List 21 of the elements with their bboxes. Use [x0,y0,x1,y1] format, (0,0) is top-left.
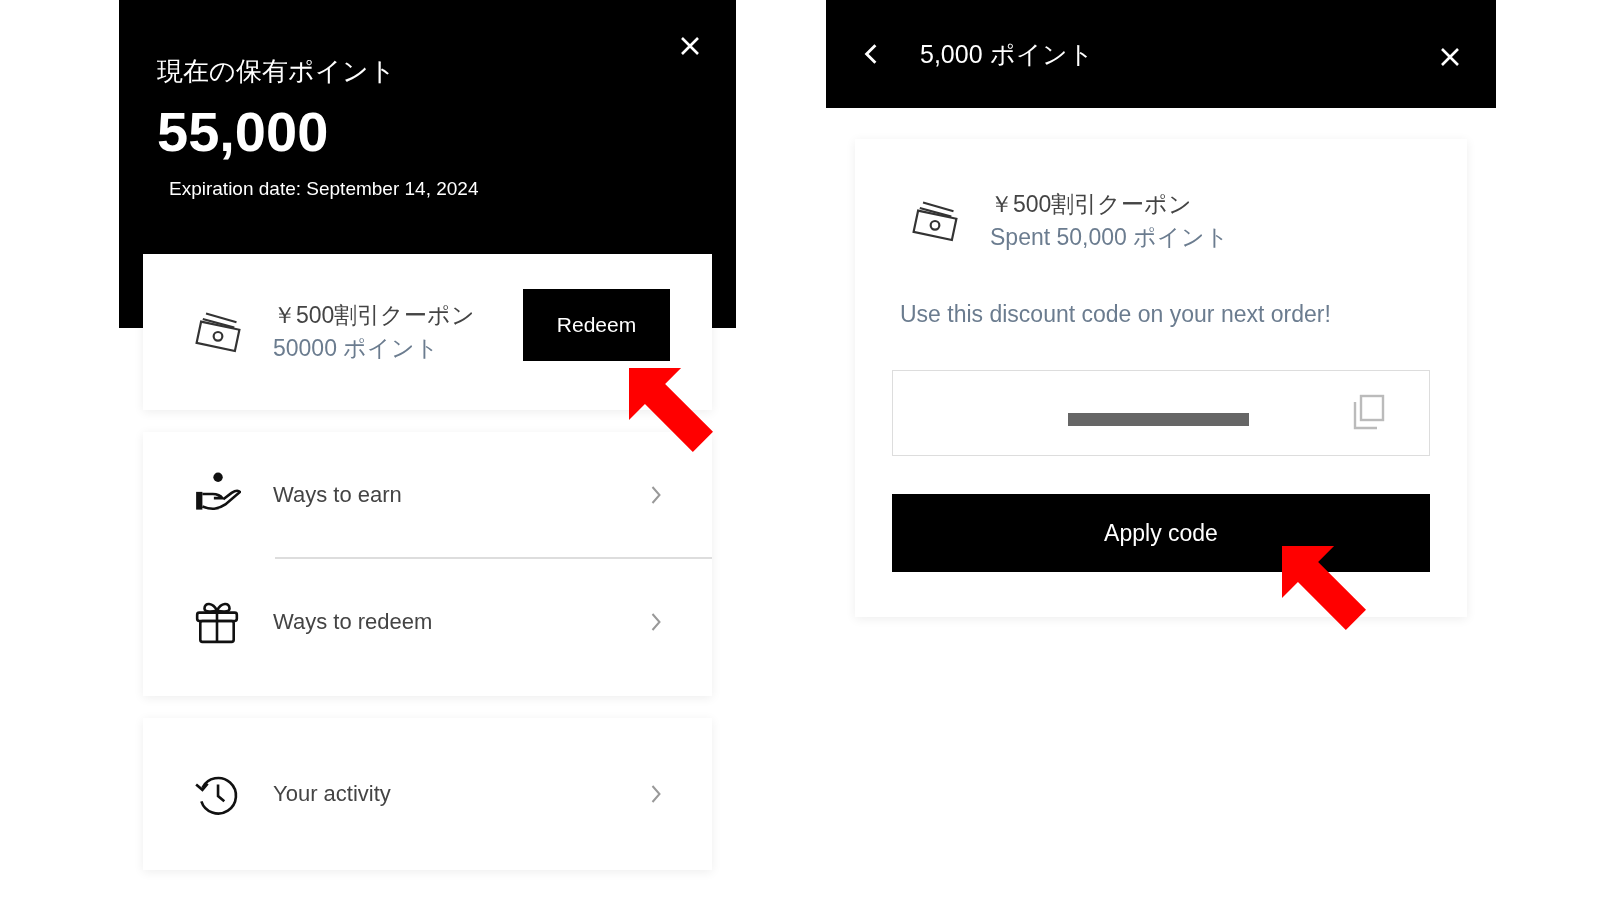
close-icon[interactable] [680,36,700,56]
points-spent: Spent 50,000 ポイント [990,223,1231,252]
discount-message: Use this discount code on your next order! [899,301,1332,328]
close-icon[interactable] [1440,47,1460,67]
menu-item[interactable]: Ways to redeem [275,557,712,684]
coupon-name: ￥500割引クーポン [990,190,1194,219]
apply-code-button[interactable]: Apply code [892,494,1430,572]
menu-item[interactable]: Ways to earn [143,432,712,557]
back-icon[interactable] [864,43,878,65]
chevron-icon [650,484,662,505]
points-balance: 55,000 [157,99,330,164]
chevron-icon [650,611,662,632]
coupon-cost: 50000 ポイント [273,334,441,363]
header-title: 5,000 ポイント [920,38,1095,70]
points-title: 現在の保有ポイント [157,55,396,88]
menu-item[interactable]: Your activity [143,731,712,857]
coupon-name: ￥500割引クーポン [273,301,477,330]
chevron-icon [650,784,662,804]
redeem-button[interactable]: Redeem [523,289,670,361]
expiration-date: Expiration date: September 14, 2024 [169,178,480,200]
code-field[interactable] [892,370,1430,456]
